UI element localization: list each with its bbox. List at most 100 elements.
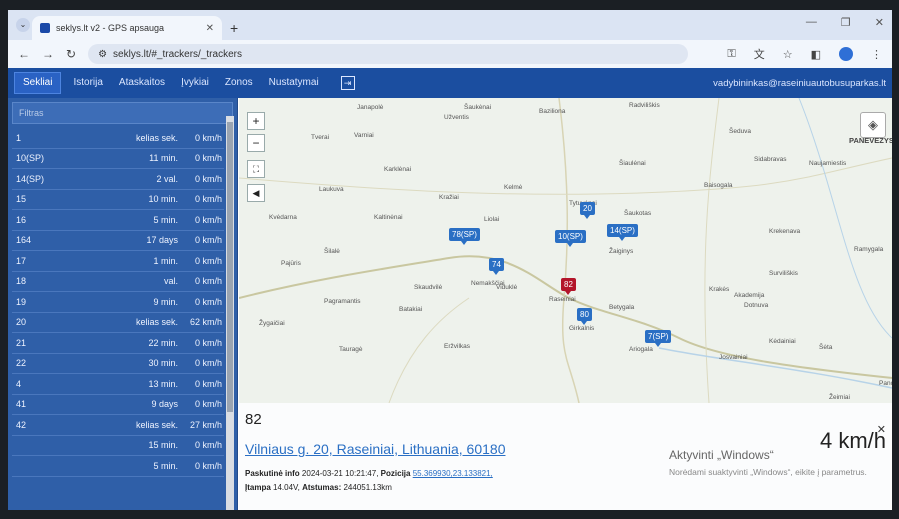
nav-sekliai[interactable]: Sekliai [14, 72, 62, 94]
tracker-speed: 0 km/h [194, 214, 222, 225]
distance-value: 244051.13km [343, 483, 392, 492]
tracker-speed: 0 km/h [194, 153, 222, 164]
tracker-last-seen: 17 days [146, 235, 178, 246]
user-email: vadybininkas@raseiniuautobusuparkas.lt [713, 77, 886, 89]
tracker-marker[interactable]: 78(SP) [449, 228, 480, 245]
tracker-speed: 4 km/h [819, 428, 886, 453]
tracker-row[interactable]: 42 kelias sek. 27 km/h [12, 415, 224, 436]
map-town-label: Akademija [734, 292, 765, 299]
filter-input[interactable]: Filtras [12, 102, 233, 124]
tab-bar: ⌄ seklys.lt v2 - GPS apsauga ✕ + — ❐ ✕ [8, 10, 892, 40]
url-field[interactable]: ⚙ seklys.lt/#_trackers/_trackers [88, 44, 689, 64]
nav-istorija[interactable]: Istorija [65, 68, 110, 98]
tracker-row[interactable]: 15 10 min. 0 km/h [12, 190, 224, 210]
tracker-name: 42 [16, 419, 27, 430]
map-town-label: Šaukėnai [464, 104, 492, 111]
tracker-marker[interactable]: 80 [577, 308, 592, 325]
fullscreen-button[interactable]: ⛶ [247, 160, 265, 178]
tracker-row[interactable]: 41 9 days 0 km/h [12, 395, 224, 415]
tracker-speed: 27 km/h [189, 419, 222, 430]
tracker-row[interactable]: 10(SP) 11 min. 0 km/h [12, 149, 224, 169]
profile-avatar-icon[interactable] [839, 47, 853, 61]
tracker-row[interactable]: 18 val. 0 km/h [12, 272, 224, 292]
tracker-row[interactable]: 5 min. 0 km/h [12, 456, 224, 477]
tracker-name: 15 [16, 194, 27, 205]
site-info-icon[interactable]: ⚙ [98, 49, 107, 60]
toolbar-icons: ⚿ 文 ☆ ◧ ⋮ [727, 46, 882, 62]
map-town-label: Tauragė [339, 346, 363, 353]
nav-zonos[interactable]: Zonos [217, 68, 261, 98]
tracker-row[interactable]: 21 22 min. 0 km/h [12, 333, 224, 354]
tracker-speed: 0 km/h [194, 296, 222, 307]
restore-icon[interactable]: ❐ [841, 16, 851, 29]
tracker-row[interactable]: 15 min. 0 km/h [12, 436, 224, 456]
tracker-info-panel: 82 ✕ Vilniaus g. 20, Raseiniai, Lithuani… [239, 403, 892, 510]
map-town-label: Krakės [709, 286, 730, 293]
tracker-row[interactable]: 14(SP) 2 val. 0 km/h [12, 169, 224, 190]
back-icon[interactable]: ← [18, 47, 30, 61]
map-town-label: Žaiginys [609, 248, 634, 255]
tracker-last-seen: val. [163, 276, 178, 287]
tracker-address-link[interactable]: Vilniaus g. 20, Raseiniai, Lithuania, 60… [245, 441, 505, 457]
minimize-icon[interactable]: — [806, 16, 817, 29]
tracker-marker[interactable]: 7(SP) [645, 330, 672, 347]
tracker-row[interactable]: 20 kelias sek. 62 km/h [12, 313, 224, 333]
map-town-label: Kražiai [439, 194, 459, 201]
close-tab-icon[interactable]: ✕ [206, 23, 214, 34]
zoom-out-button[interactable]: − [247, 134, 265, 152]
tracker-row[interactable]: 164 17 days 0 km/h [12, 231, 224, 251]
position-link[interactable]: 55.369930,23.133821, [413, 469, 493, 478]
forward-icon[interactable]: → [42, 47, 54, 61]
logout-icon[interactable]: ⇥ [340, 76, 355, 90]
back-arrow-button[interactable]: ◀ [247, 184, 265, 202]
tracker-marker[interactable]: 74 [489, 258, 504, 275]
close-window-icon[interactable]: ✕ [875, 16, 884, 29]
map-town-label: Laukuva [319, 186, 344, 193]
nav-ataskaitos[interactable]: Ataskaitos [111, 68, 173, 98]
tracker-row[interactable]: 4 13 min. 0 km/h [12, 374, 224, 395]
map-town-label: Ramygala [854, 246, 884, 253]
app-nav: Sekliai Istorija Ataskaitos Įvykiai Zono… [8, 68, 892, 98]
scrollbar-thumb[interactable] [227, 122, 233, 412]
new-tab-icon[interactable]: + [230, 20, 238, 36]
sidebar-scrollbar[interactable] [226, 116, 234, 510]
tracker-marker[interactable]: 20 [580, 202, 595, 219]
tracker-last-seen: 2 val. [156, 173, 178, 184]
menu-dots-icon[interactable]: ⋮ [871, 48, 882, 61]
map-town-label: Girkalnis [569, 325, 595, 332]
tab-search-icon[interactable]: ⌄ [16, 18, 30, 32]
tracker-row[interactable]: 1 kelias sek. 0 km/h [12, 128, 224, 149]
map-town-label: Dotnuva [744, 302, 769, 309]
map-town-label: Kaltinėnai [374, 214, 403, 221]
map-town-label: Skaudvilė [414, 284, 443, 291]
map-town-label: Tverai [311, 134, 330, 141]
nav-nustatymai[interactable]: Nustatymai [261, 68, 327, 98]
browser-tab[interactable]: seklys.lt v2 - GPS apsauga ✕ [32, 16, 222, 40]
tracker-marker[interactable]: 10(SP) [555, 230, 586, 247]
translate-icon[interactable]: 文 [754, 46, 765, 62]
reload-icon[interactable]: ↻ [66, 47, 76, 61]
tracker-speed: 0 km/h [194, 399, 222, 410]
layers-icon[interactable]: ◈ [860, 112, 886, 138]
tracker-row[interactable]: 22 30 min. 0 km/h [12, 354, 224, 374]
map-town-label: Karklėnai [384, 166, 412, 173]
tracker-marker[interactable]: 82 [561, 278, 576, 295]
tracker-speed: 0 km/h [194, 440, 222, 451]
url-text: seklys.lt/#_trackers/_trackers [113, 48, 242, 60]
map-view[interactable]: Janapolė Užventis Šaukėnai Baziliona Radvili… [239, 98, 892, 403]
password-key-icon[interactable]: ⚿ [727, 48, 735, 61]
tracker-marker[interactable]: 14(SP) [607, 224, 638, 241]
zoom-in-button[interactable]: + [247, 112, 265, 130]
windows-activation-text: Norėdami suaktyvinti „Windows“, eikite į… [669, 467, 867, 477]
nav-ivykiai[interactable]: Įvykiai [173, 68, 217, 98]
window-controls: — ❐ ✕ [806, 16, 884, 29]
tracker-row[interactable]: 17 1 min. 0 km/h [12, 251, 224, 272]
tracker-last-seen: 5 min. [153, 460, 178, 471]
tracker-row[interactable]: 19 9 min. 0 km/h [12, 292, 224, 313]
tracker-last-seen: 10 min. [148, 194, 178, 205]
map-town-label: Šilalė [324, 248, 340, 255]
sidepanel-icon[interactable]: ◧ [811, 48, 821, 61]
bookmark-star-icon[interactable]: ☆ [783, 48, 793, 61]
tracker-row[interactable]: 16 5 min. 0 km/h [12, 210, 224, 231]
map-town-label: Varniai [354, 132, 374, 139]
